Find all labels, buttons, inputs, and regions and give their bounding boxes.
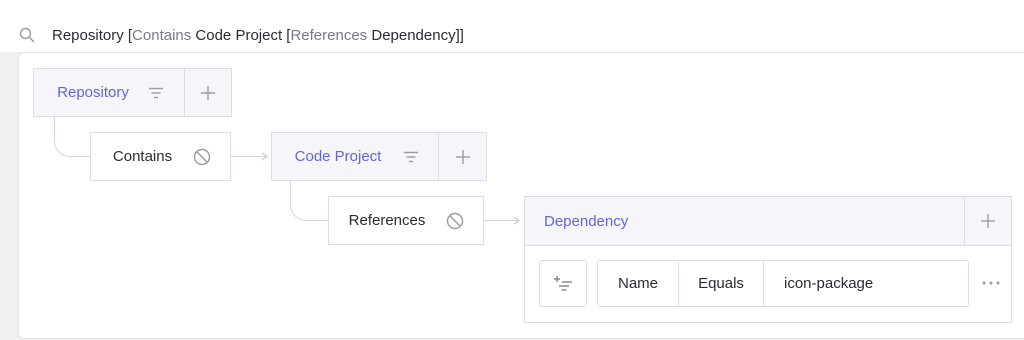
more-button[interactable] <box>978 275 1004 291</box>
entity-label: Dependency <box>544 212 629 230</box>
query-part: Code Project <box>191 27 287 44</box>
query-keyword: References <box>290 27 368 44</box>
filter-value-input[interactable]: icon-package <box>763 260 969 307</box>
add-button[interactable] <box>965 197 1011 245</box>
search-icon <box>19 27 35 43</box>
negate-button[interactable] <box>443 197 467 244</box>
add-filter-button[interactable] <box>539 260 587 307</box>
add-button[interactable] <box>185 69 231 116</box>
relation-label: References <box>348 212 426 229</box>
relation-node-references[interactable]: References <box>328 196 484 245</box>
entity-header[interactable]: Dependency <box>525 197 1011 246</box>
entity-label: Code Project <box>294 148 382 165</box>
filter-button[interactable] <box>393 133 429 180</box>
query-part: Repository <box>52 27 128 44</box>
add-button[interactable] <box>439 133 486 180</box>
filter-field-value: Name <box>617 275 658 292</box>
filter-value-text: icon-package <box>784 275 874 292</box>
connector <box>290 180 328 221</box>
query-part: Dependency <box>367 27 456 44</box>
add-icon <box>455 149 470 164</box>
filter-icon <box>404 151 418 162</box>
add-icon <box>981 214 995 228</box>
entity-node-code-project[interactable]: Code Project <box>271 132 487 181</box>
entity-label: Repository <box>57 84 129 101</box>
query-bar: Repository [Contains Code Project [Refer… <box>0 0 1024 52</box>
filter-field-select[interactable]: Name <box>597 260 679 307</box>
add-icon <box>201 85 215 100</box>
add-filter-icon <box>554 275 572 291</box>
arrow-icon <box>513 216 521 225</box>
query-text[interactable]: Repository [Contains Code Project [Refer… <box>52 27 464 44</box>
filter-operator-value: Equals <box>698 275 744 292</box>
more-icon <box>982 281 1000 285</box>
relation-label: Contains <box>112 148 173 165</box>
query-part: ]] <box>455 27 464 44</box>
relation-node-contains[interactable]: Contains <box>90 132 231 181</box>
no-entry-icon <box>446 212 464 229</box>
filter-icon <box>149 87 163 98</box>
connector <box>54 116 90 157</box>
entity-node-repository[interactable]: Repository <box>33 68 232 117</box>
no-entry-icon <box>193 148 211 165</box>
arrow-icon <box>261 152 269 161</box>
negate-button[interactable] <box>190 133 214 180</box>
filter-button[interactable] <box>138 69 174 116</box>
filter-operator-select[interactable]: Equals <box>678 260 764 307</box>
query-keyword: Contains <box>132 27 192 44</box>
